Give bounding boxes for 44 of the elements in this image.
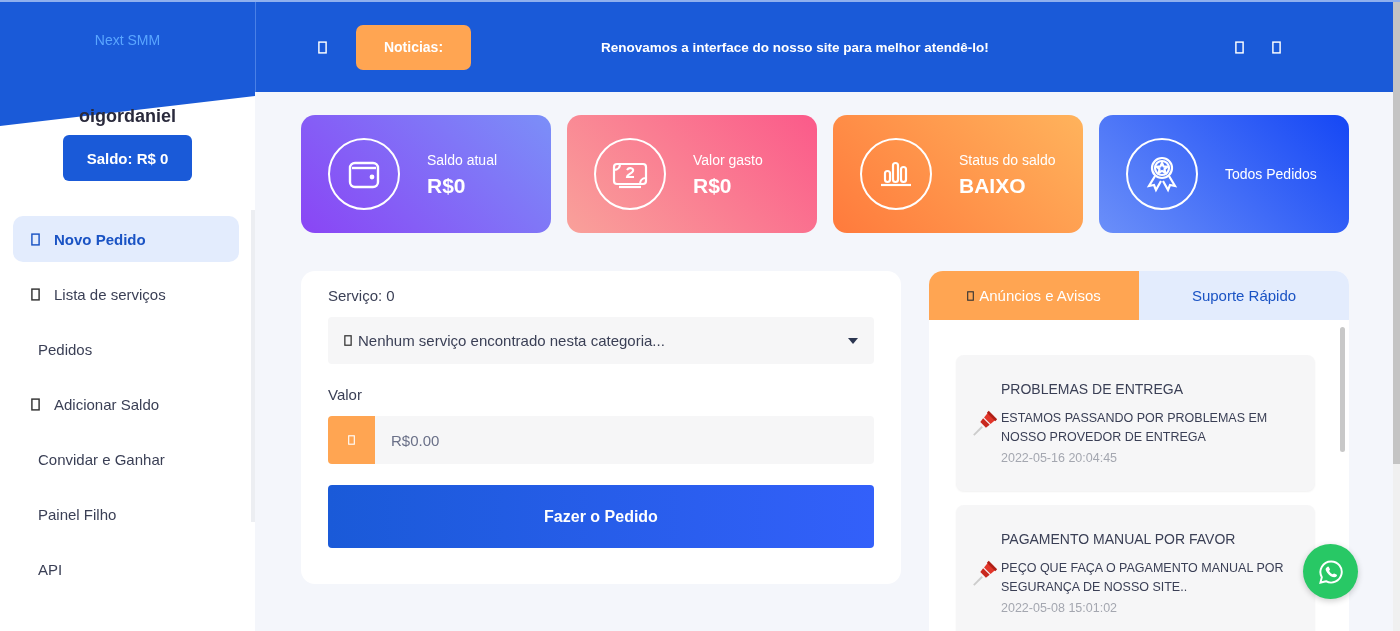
stat-label: Valor gasto xyxy=(693,151,764,170)
stat-label: Todos Pedidos xyxy=(1225,164,1318,184)
stat-label: Status do saldo xyxy=(959,151,1057,170)
announcement-title: PAGAMENTO MANUAL POR FAVOR xyxy=(1001,531,1237,547)
news-text: Renovamos a interface do nosso site para melhor atendê-lo! xyxy=(601,39,990,55)
announcement-text: PEÇO QUE FAÇA O PAGAMENTO MANUAL POR SEGURANÇA DE NOSSO SITE.. xyxy=(1001,560,1285,596)
pushpin-icon xyxy=(971,409,999,437)
username: oigordaniel xyxy=(79,106,176,127)
sidebar-item[interactable]: API xyxy=(13,546,239,592)
square-icon xyxy=(344,335,352,346)
sidebar-item[interactable]: Painel Filho xyxy=(13,491,239,537)
announcement-date: 2022-05-08 15:01:02 xyxy=(1001,601,1119,615)
submit-button[interactable]: Fazer o Pedido xyxy=(328,485,874,548)
caret-icon xyxy=(848,337,858,344)
amount-label: Valor xyxy=(328,386,363,403)
tab[interactable]: Suporte Rápido xyxy=(1139,271,1349,320)
award-icon xyxy=(1125,137,1199,211)
sidebar-item[interactable]: Adicionar Saldo xyxy=(13,381,239,427)
balance-button[interactable]: Saldo: R$ 0 xyxy=(63,135,192,181)
stat-value: R$0 xyxy=(693,174,733,198)
menu-icon[interactable] xyxy=(318,40,327,54)
sidebar-item[interactable]: Convidar e Ganhar xyxy=(13,436,239,482)
pushpin-icon xyxy=(971,559,999,587)
announcement-text: ESTAMOS PASSANDO POR PROBLEMAS EM NOSSO PROVEDOR DE ENTREGA xyxy=(1001,410,1269,446)
sidebar-item[interactable]: Lista de serviços xyxy=(13,271,239,317)
stat-label: Saldo atual xyxy=(427,151,499,170)
chart-icon xyxy=(859,137,933,211)
scrollbar[interactable] xyxy=(1340,327,1345,452)
scrollbar[interactable] xyxy=(1393,2,1400,631)
announcement-title: PROBLEMAS DE ENTREGA xyxy=(1001,381,1185,397)
service-select[interactable]: Nenhum serviço encontrado nesta categoria... xyxy=(328,317,874,364)
stat-value: R$0 xyxy=(427,174,467,198)
sidebar-item[interactable]: Pedidos xyxy=(13,326,239,372)
announcement-date: 2022-05-16 20:04:45 xyxy=(1001,451,1119,465)
money-icon xyxy=(593,137,667,211)
service-label: Serviço: 0 xyxy=(328,287,396,304)
square-icon[interactable] xyxy=(1272,40,1281,54)
square-icon[interactable] xyxy=(1235,40,1244,54)
wallet-icon xyxy=(327,137,401,211)
stat-value: BAIXO xyxy=(959,174,1027,198)
sidebar-item[interactable]: Novo Pedido xyxy=(13,216,239,262)
square-icon xyxy=(348,435,355,445)
phone-bubble-icon xyxy=(1317,558,1344,585)
amount-field[interactable]: R$0.00 xyxy=(375,416,874,464)
